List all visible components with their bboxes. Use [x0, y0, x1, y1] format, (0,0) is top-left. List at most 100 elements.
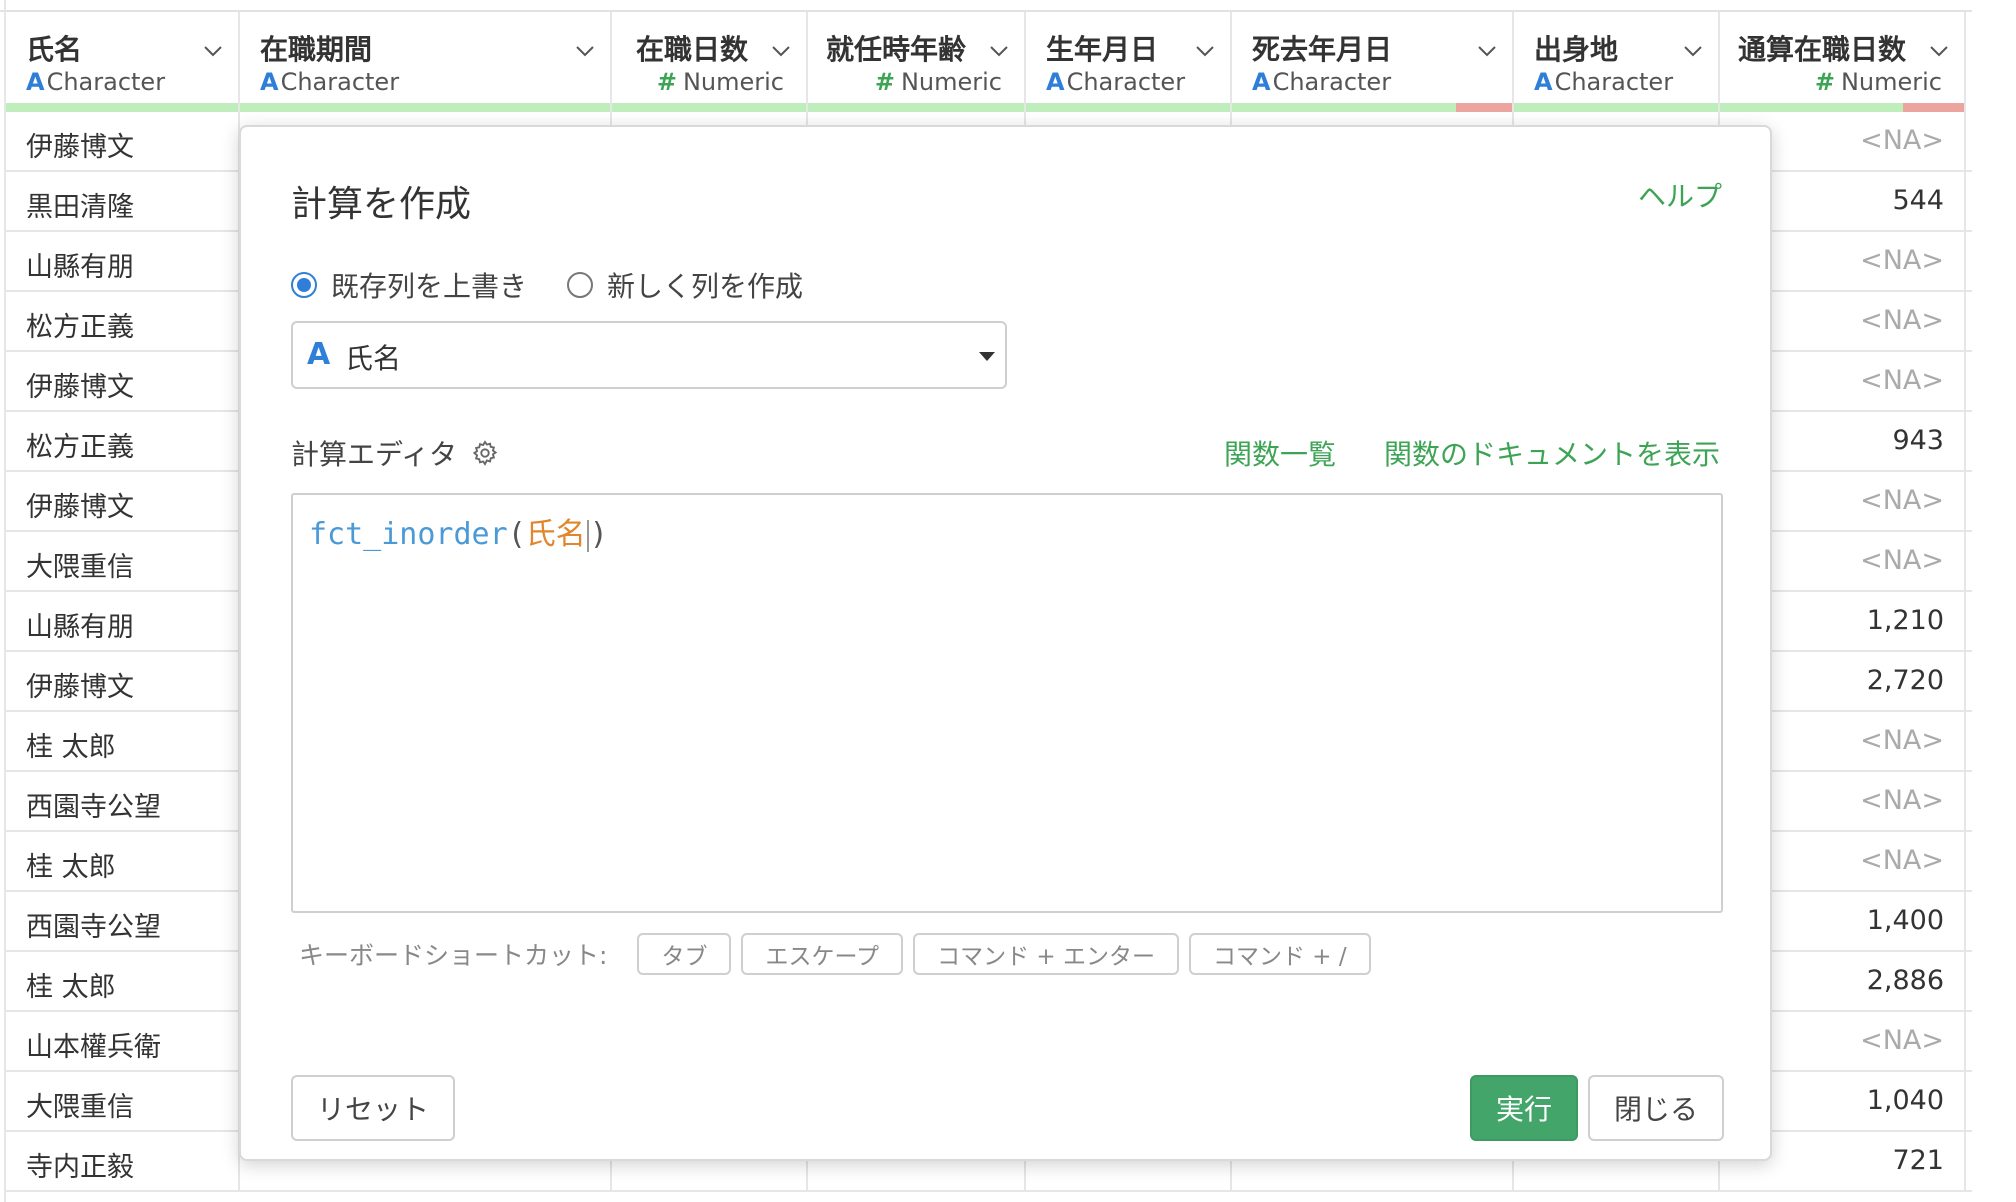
total-days-value: <NA> — [1860, 485, 1944, 516]
selected-column-name: 氏名 — [345, 342, 402, 375]
total-days-value: 721 — [1892, 1145, 1944, 1176]
column-header-name: 在職日数 — [635, 33, 748, 66]
column-header[interactable]: 在職日数 # Numeric — [612, 12, 808, 112]
table-cell[interactable]: 桂 太郎 — [6, 712, 240, 770]
column-header-name: 出身地 — [1534, 33, 1619, 66]
data-quality-bar — [1026, 103, 1230, 112]
column-header[interactable]: 出身地 ACharacter — [1514, 12, 1720, 112]
table-cell[interactable]: 伊藤博文 — [6, 652, 240, 710]
total-days-value: 1,400 — [1866, 905, 1944, 936]
text-cursor — [586, 519, 589, 552]
column-type: ACharacter — [1534, 68, 1673, 96]
column-header[interactable]: 死去年月日 ACharacter — [1232, 12, 1514, 112]
name-value: 寺内正毅 — [26, 1152, 134, 1183]
column-type: # Numeric — [875, 68, 1002, 96]
reset-button[interactable]: リセット — [291, 1075, 455, 1141]
mode-radio-group: 既存列を上書き 新しく列を作成 — [291, 265, 843, 305]
table-cell[interactable]: 大隈重信 — [6, 1072, 240, 1130]
character-type-icon: A — [307, 337, 331, 372]
character-type-icon: A — [1534, 68, 1553, 96]
total-days-value: <NA> — [1860, 305, 1944, 336]
column-header[interactable]: 生年月日 ACharacter — [1026, 12, 1232, 112]
show-function-docs-link[interactable]: 関数のドキュメントを表示 — [1384, 433, 1720, 473]
chevron-down-icon[interactable] — [1476, 40, 1498, 62]
table-cell[interactable]: 西園寺公望 — [6, 892, 240, 950]
column-header[interactable]: 氏名 ACharacter — [6, 12, 240, 112]
function-list-link[interactable]: 関数一覧 — [1224, 433, 1336, 473]
table-cell[interactable]: 山縣有朋 — [6, 592, 240, 650]
data-quality-bar — [808, 103, 1024, 112]
radio-overwrite-label: 既存列を上書き — [331, 270, 528, 303]
total-days-value: <NA> — [1860, 845, 1944, 876]
numeric-type-icon: # — [656, 68, 677, 96]
data-quality-bar — [612, 103, 806, 112]
code-close-paren: ) — [589, 517, 608, 552]
column-type: ACharacter — [26, 68, 165, 96]
chevron-down-icon[interactable] — [202, 40, 224, 62]
column-type: # Numeric — [657, 68, 784, 96]
column-header[interactable]: 通算在職日数 # Numeric — [1720, 12, 1966, 112]
radio-new-label: 新しく列を作成 — [607, 270, 804, 303]
radio-overwrite-existing[interactable]: 既存列を上書き — [291, 265, 527, 305]
table-cell[interactable]: 山本權兵衛 — [6, 1012, 240, 1070]
column-header-name: 在職期間 — [260, 33, 373, 66]
table-cell[interactable]: 寺内正毅 — [6, 1132, 240, 1190]
table-cell[interactable]: 大隈重信 — [6, 532, 240, 590]
total-days-value: 2,886 — [1866, 965, 1944, 996]
column-header[interactable]: 在職期間 ACharacter — [240, 12, 612, 112]
editor-label: 計算エディタ — [291, 438, 458, 471]
keyboard-shortcuts: キーボードショートカット: タブ エスケープ コマンド + エンター コマンド … — [299, 933, 1371, 975]
radio-create-new-column[interactable]: 新しく列を作成 — [567, 265, 803, 305]
name-value: 伊藤博文 — [26, 132, 134, 163]
name-value: 大隈重信 — [26, 1092, 134, 1123]
radio-unselected-icon[interactable] — [567, 272, 594, 298]
chevron-down-icon[interactable] — [770, 40, 792, 62]
name-value: 黒田清隆 — [26, 192, 134, 223]
column-header-name: 生年月日 — [1046, 33, 1159, 66]
gear-icon[interactable] — [471, 439, 499, 467]
numeric-type-icon: # — [1814, 68, 1835, 96]
column-header-name: 就任時年齢 — [825, 33, 966, 66]
chevron-down-icon[interactable] — [1928, 40, 1950, 62]
name-value: 大隈重信 — [26, 552, 134, 583]
table-cell[interactable]: 西園寺公望 — [6, 772, 240, 830]
code-function-name: fct_inorder — [309, 517, 508, 552]
table-cell[interactable]: 黒田清隆 — [6, 172, 240, 230]
table-cell[interactable]: 伊藤博文 — [6, 112, 240, 170]
table-cell[interactable]: 伊藤博文 — [6, 472, 240, 530]
calculation-editor[interactable]: fct_inorder(氏名) — [291, 493, 1723, 913]
table-cell[interactable]: 山縣有朋 — [6, 232, 240, 290]
column-type-label: Character — [280, 68, 400, 96]
chevron-down-icon[interactable] — [574, 40, 596, 62]
column-select-dropdown[interactable]: A 氏名 — [291, 321, 1007, 389]
name-value: 山縣有朋 — [26, 252, 134, 283]
name-value: 山縣有朋 — [26, 612, 134, 643]
name-value: 伊藤博文 — [26, 492, 134, 523]
editor-label-row: 計算エディタ — [291, 433, 499, 473]
total-days-value: <NA> — [1860, 125, 1944, 156]
column-header-row: 氏名 ACharacter 在職期間 ACharacter 在職日数 # Numeric 就任… — [6, 12, 1966, 112]
dialog-title: 計算を作成 — [291, 184, 472, 225]
run-button[interactable]: 実行 — [1470, 1075, 1578, 1141]
data-quality-missing — [1456, 103, 1512, 112]
name-value: 松方正義 — [26, 432, 134, 463]
data-quality-bar — [6, 103, 238, 112]
table-cell[interactable]: 松方正義 — [6, 412, 240, 470]
table-cell[interactable]: 桂 太郎 — [6, 832, 240, 890]
data-quality-missing — [1903, 103, 1964, 112]
help-link[interactable]: ヘルプ — [1638, 175, 1722, 215]
close-button[interactable]: 閉じる — [1588, 1075, 1724, 1141]
column-header-name: 死去年月日 — [1252, 33, 1393, 66]
chevron-down-icon[interactable] — [1682, 40, 1704, 62]
caret-down-icon — [979, 352, 995, 361]
radio-selected-icon[interactable] — [291, 272, 317, 298]
table-cell[interactable]: 松方正義 — [6, 292, 240, 350]
table-cell[interactable]: 伊藤博文 — [6, 352, 240, 410]
chevron-down-icon[interactable] — [1194, 40, 1216, 62]
column-header[interactable]: 就任時年齢 # Numeric — [808, 12, 1026, 112]
character-type-icon: A — [1252, 68, 1271, 96]
chevron-down-icon[interactable] — [988, 40, 1010, 62]
shortcuts-label: キーボードショートカット: — [299, 941, 608, 970]
table-cell[interactable]: 桂 太郎 — [6, 952, 240, 1010]
data-quality-bar — [1514, 103, 1718, 112]
